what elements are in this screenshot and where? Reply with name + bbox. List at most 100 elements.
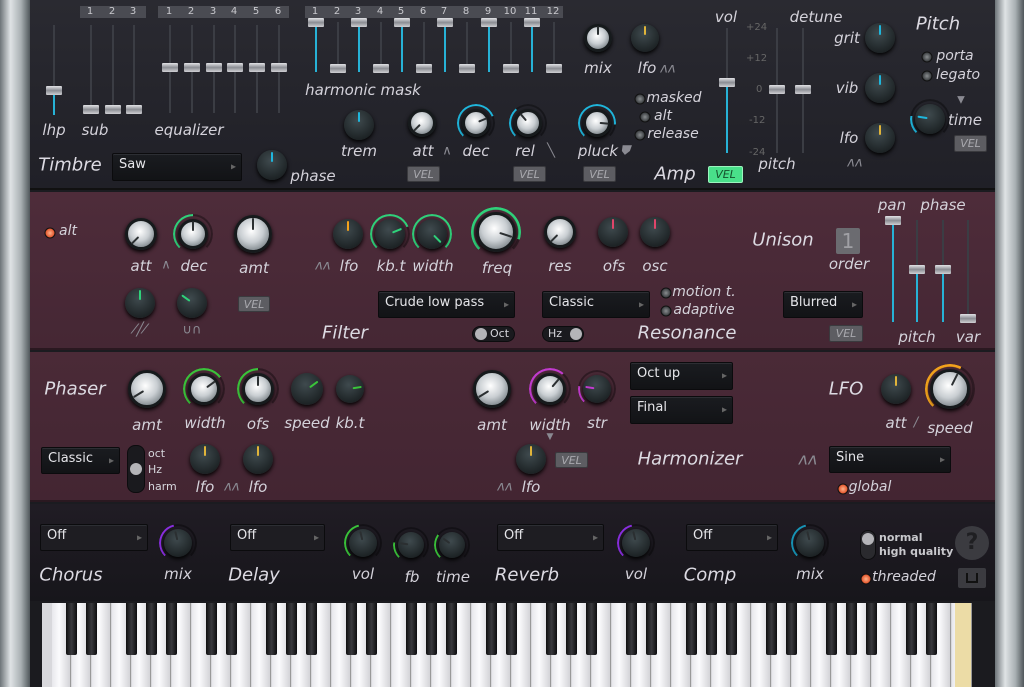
harmonic-mask-slider-10[interactable] bbox=[503, 22, 519, 73]
delay-fb-knob[interactable] bbox=[393, 527, 429, 563]
slider-handle[interactable] bbox=[437, 18, 453, 27]
black-key[interactable] bbox=[686, 603, 697, 655]
black-key[interactable] bbox=[486, 603, 497, 655]
trem-knob[interactable] bbox=[344, 110, 374, 140]
time-knob[interactable] bbox=[910, 99, 950, 139]
slider-handle[interactable] bbox=[330, 64, 346, 73]
slider-handle[interactable] bbox=[416, 64, 432, 73]
filter-width-knob[interactable] bbox=[412, 214, 452, 254]
eq-slider-2[interactable] bbox=[184, 25, 200, 113]
slider-handle[interactable] bbox=[373, 64, 389, 73]
filter-dec-knob[interactable] bbox=[173, 214, 213, 254]
phaser-lfo-knob-1[interactable] bbox=[190, 444, 220, 474]
filter-amt-knob[interactable] bbox=[234, 215, 272, 253]
resonance-mode-dropdown[interactable]: Classic bbox=[542, 291, 650, 318]
oct-toggle[interactable]: Oct bbox=[472, 326, 515, 342]
phaser-speed-knob[interactable] bbox=[291, 373, 323, 405]
black-key[interactable] bbox=[846, 603, 857, 655]
chorus-dropdown[interactable]: Off bbox=[40, 524, 148, 551]
black-key[interactable] bbox=[766, 603, 777, 655]
pluck-vel-button[interactable]: VEL bbox=[583, 166, 616, 182]
harmonizer-width-knob[interactable] bbox=[529, 368, 571, 410]
black-key[interactable] bbox=[506, 603, 517, 655]
motion-radio[interactable] bbox=[660, 287, 672, 299]
threaded-radio[interactable] bbox=[860, 573, 872, 585]
black-key[interactable] bbox=[926, 603, 937, 655]
phaser-mode-dropdown[interactable]: Classic bbox=[41, 447, 120, 474]
black-key[interactable] bbox=[566, 603, 577, 655]
eq-slider-5[interactable] bbox=[249, 25, 265, 113]
freq-knob[interactable] bbox=[471, 207, 521, 257]
harmonizer-lfo-knob[interactable] bbox=[516, 444, 546, 474]
phaser-kbt-knob[interactable] bbox=[336, 375, 364, 403]
kbt-knob[interactable] bbox=[370, 214, 410, 254]
slider-handle[interactable] bbox=[546, 64, 562, 73]
reverb-dropdown[interactable]: Off bbox=[497, 524, 604, 551]
rel-vel-button[interactable]: VEL bbox=[513, 166, 546, 182]
high-quality-option[interactable]: high quality bbox=[879, 545, 953, 558]
phase-knob[interactable] bbox=[257, 150, 287, 180]
black-key[interactable] bbox=[626, 603, 637, 655]
black-key[interactable] bbox=[66, 603, 77, 655]
dropdown-triangle-icon[interactable]: ▼ bbox=[957, 95, 965, 106]
vib-knob[interactable] bbox=[865, 73, 895, 103]
delay-time-knob[interactable] bbox=[434, 527, 470, 563]
black-key[interactable] bbox=[266, 603, 277, 655]
harmonizer-amt-knob[interactable] bbox=[473, 370, 511, 408]
eq-slider-3[interactable] bbox=[206, 25, 222, 113]
black-key[interactable] bbox=[586, 603, 597, 655]
black-key[interactable] bbox=[206, 603, 217, 655]
unison-pitch-slider[interactable] bbox=[909, 220, 925, 322]
slider-handle[interactable] bbox=[271, 63, 287, 72]
harmonizer-vel-button[interactable]: VEL bbox=[555, 452, 588, 468]
harmonic-mask-slider-1[interactable] bbox=[308, 18, 324, 72]
lfo-shape-dropdown[interactable]: Sine bbox=[829, 446, 951, 473]
unison-phase-slider[interactable] bbox=[935, 220, 951, 322]
release-radio[interactable] bbox=[634, 129, 646, 141]
pitch-lfo-knob[interactable] bbox=[865, 123, 895, 153]
harmonic-mask-slider-2[interactable] bbox=[330, 22, 346, 73]
harmonic-mask-slider-7[interactable] bbox=[437, 18, 453, 72]
black-key[interactable] bbox=[726, 603, 737, 655]
harmonizer-interval-dropdown[interactable]: Oct up bbox=[630, 362, 733, 390]
reverb-vol-knob[interactable] bbox=[617, 524, 655, 562]
oct-option[interactable]: oct bbox=[148, 447, 165, 460]
grit-knob[interactable] bbox=[865, 23, 895, 53]
porta-radio[interactable] bbox=[921, 51, 933, 63]
black-key[interactable] bbox=[86, 603, 97, 655]
normal-option[interactable]: normal bbox=[879, 531, 922, 544]
harm-option[interactable]: harm bbox=[148, 480, 177, 493]
eq-slider-6[interactable] bbox=[271, 25, 287, 113]
slider-handle[interactable] bbox=[249, 63, 265, 72]
slider-handle[interactable] bbox=[126, 105, 142, 114]
black-key[interactable] bbox=[906, 603, 917, 655]
black-key[interactable] bbox=[646, 603, 657, 655]
slider-handle[interactable] bbox=[960, 314, 976, 323]
chorus-mix-knob[interactable] bbox=[159, 524, 197, 562]
harmonic-mask-slider-8[interactable] bbox=[459, 22, 475, 73]
amp-att-knob[interactable] bbox=[408, 109, 436, 137]
adaptive-radio[interactable] bbox=[660, 305, 672, 317]
pluck-knob[interactable] bbox=[578, 104, 616, 142]
unison-pan-slider[interactable] bbox=[885, 216, 901, 322]
filter-type-dropdown[interactable]: Crude low pass bbox=[378, 291, 515, 318]
black-key[interactable] bbox=[306, 603, 317, 655]
harmonic-mask-slider-9[interactable] bbox=[481, 18, 497, 72]
str-knob[interactable] bbox=[578, 370, 616, 408]
black-key[interactable] bbox=[426, 603, 437, 655]
black-key[interactable] bbox=[366, 603, 377, 655]
harmonic-mask-slider-6[interactable] bbox=[416, 22, 432, 73]
black-key[interactable] bbox=[786, 603, 797, 655]
dropdown-triangle-icon[interactable]: ▼ bbox=[547, 432, 554, 442]
pitch-slider[interactable] bbox=[769, 28, 785, 153]
phaser-ofs-knob[interactable] bbox=[237, 368, 279, 410]
piano-keyboard[interactable] bbox=[42, 603, 972, 687]
slider-handle[interactable] bbox=[795, 84, 811, 94]
quality-switch[interactable] bbox=[860, 530, 876, 560]
help-button[interactable]: ? bbox=[955, 526, 989, 560]
black-key[interactable] bbox=[286, 603, 297, 655]
vol-slider[interactable] bbox=[719, 28, 735, 153]
filter-lfo-knob[interactable] bbox=[333, 219, 363, 249]
slider-handle[interactable] bbox=[105, 105, 121, 114]
harmonic-mask-slider-12[interactable] bbox=[546, 22, 562, 73]
